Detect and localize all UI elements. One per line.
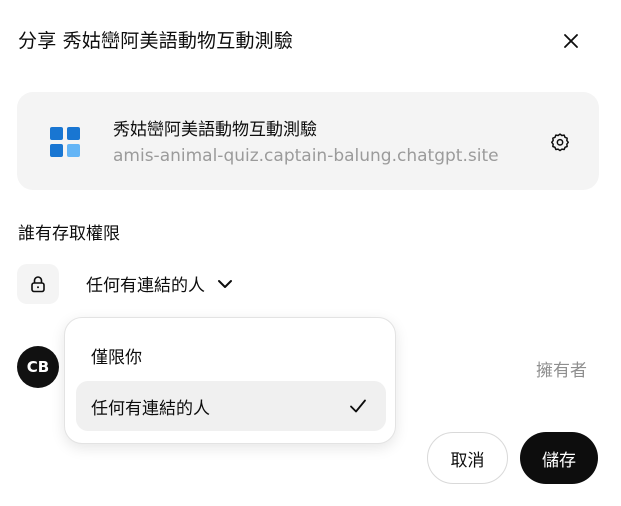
menu-item-only-you[interactable]: 僅限你	[76, 330, 386, 380]
dialog-title: 分享 秀姑巒阿美語動物互動測驗	[18, 30, 294, 52]
close-button[interactable]	[556, 26, 586, 56]
close-icon	[564, 34, 578, 48]
settings-button[interactable]	[547, 129, 573, 155]
save-button[interactable]: 儲存	[520, 432, 598, 484]
app-name: 秀姑巒阿美語動物互動測驗	[113, 120, 317, 140]
avatar: CB	[17, 346, 59, 388]
gear-icon	[551, 133, 569, 152]
app-card: 秀姑巒阿美語動物互動測驗 amis-animal-quiz.captain-ba…	[17, 92, 599, 190]
menu-item-label: 任何有連結的人	[91, 398, 210, 419]
cancel-button[interactable]: 取消	[427, 432, 508, 484]
access-dropdown[interactable]: 任何有連結的人	[86, 271, 233, 296]
access-label: 誰有存取權限	[18, 224, 120, 244]
owner-role: 擁有者	[536, 361, 587, 381]
menu-item-label: 僅限你	[91, 347, 142, 368]
check-icon	[350, 399, 366, 413]
lock-icon	[31, 276, 45, 293]
menu-item-anyone-with-link[interactable]: 任何有連結的人	[76, 381, 386, 431]
chevron-down-icon	[218, 279, 232, 288]
app-grid-icon	[50, 127, 80, 157]
share-dialog: 分享 秀姑巒阿美語動物互動測驗 秀姑巒阿美語動物互動測驗 amis-animal…	[0, 0, 621, 506]
access-options-menu: 僅限你 任何有連結的人	[64, 317, 396, 444]
access-selected-value: 任何有連結的人	[86, 276, 205, 296]
app-url: amis-animal-quiz.captain-balung.chatgpt.…	[113, 146, 499, 166]
lock-badge	[17, 264, 59, 304]
